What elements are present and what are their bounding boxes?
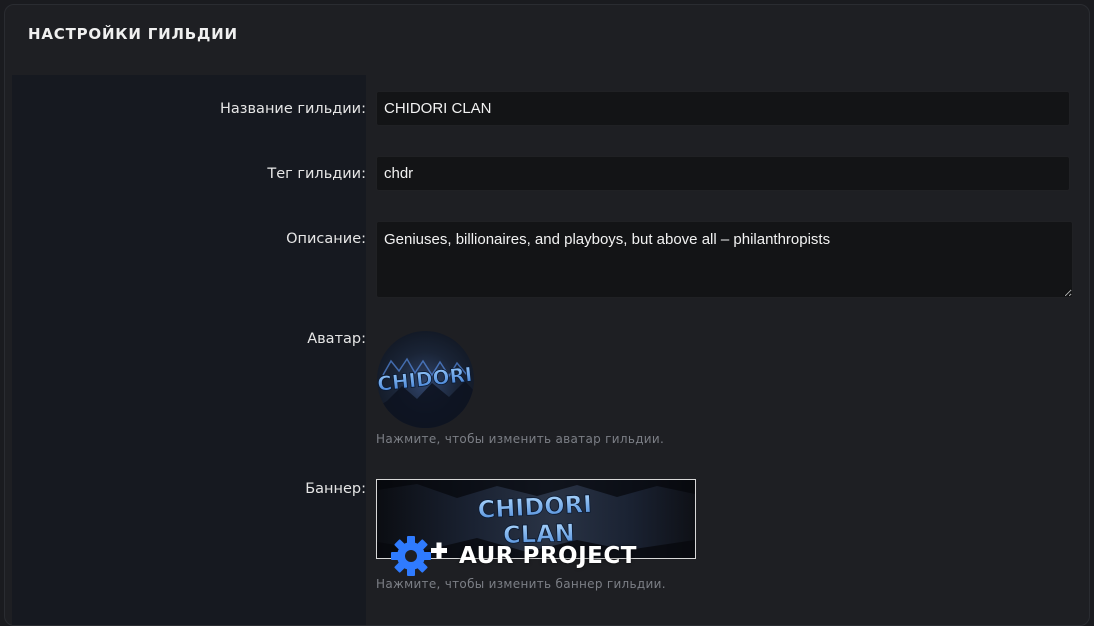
description-label: Описание: bbox=[286, 231, 366, 247]
description-textarea[interactable]: Geniuses, billionaires, and playboys, bu… bbox=[376, 221, 1073, 298]
guild-name-label: Название гильдии: bbox=[220, 101, 366, 117]
banner-logo-graphic: CHIDORI CLAN bbox=[377, 480, 695, 558]
banner-label: Баннер: bbox=[305, 481, 366, 497]
guild-tag-input[interactable] bbox=[376, 156, 1070, 191]
guild-avatar-image[interactable]: CHIDORI bbox=[377, 331, 474, 428]
avatar-hint: Нажмите, чтобы изменить аватар гильдии. bbox=[376, 432, 665, 446]
banner-logo-text-top: CHIDORI bbox=[477, 490, 593, 524]
avatar-label: Аватар: bbox=[307, 331, 366, 347]
avatar-logo-graphic: CHIDORI bbox=[377, 357, 474, 428]
panel-title: Настройки гильдии bbox=[28, 25, 238, 43]
banner-hint: Нажмите, чтобы изменить баннер гильдии. bbox=[376, 577, 666, 591]
banner-logo-text-bottom: CLAN bbox=[503, 519, 576, 549]
guild-tag-label: Тег гильдии: bbox=[267, 166, 366, 182]
guild-name-input[interactable] bbox=[376, 91, 1070, 126]
settings-form: Название гильдии: Тег гильдии: Описание:… bbox=[12, 75, 1084, 625]
label-column bbox=[12, 75, 366, 625]
guild-settings-panel: Настройки гильдии Название гильдии: Тег … bbox=[4, 4, 1090, 626]
guild-banner-image[interactable]: CHIDORI CLAN bbox=[376, 479, 696, 559]
